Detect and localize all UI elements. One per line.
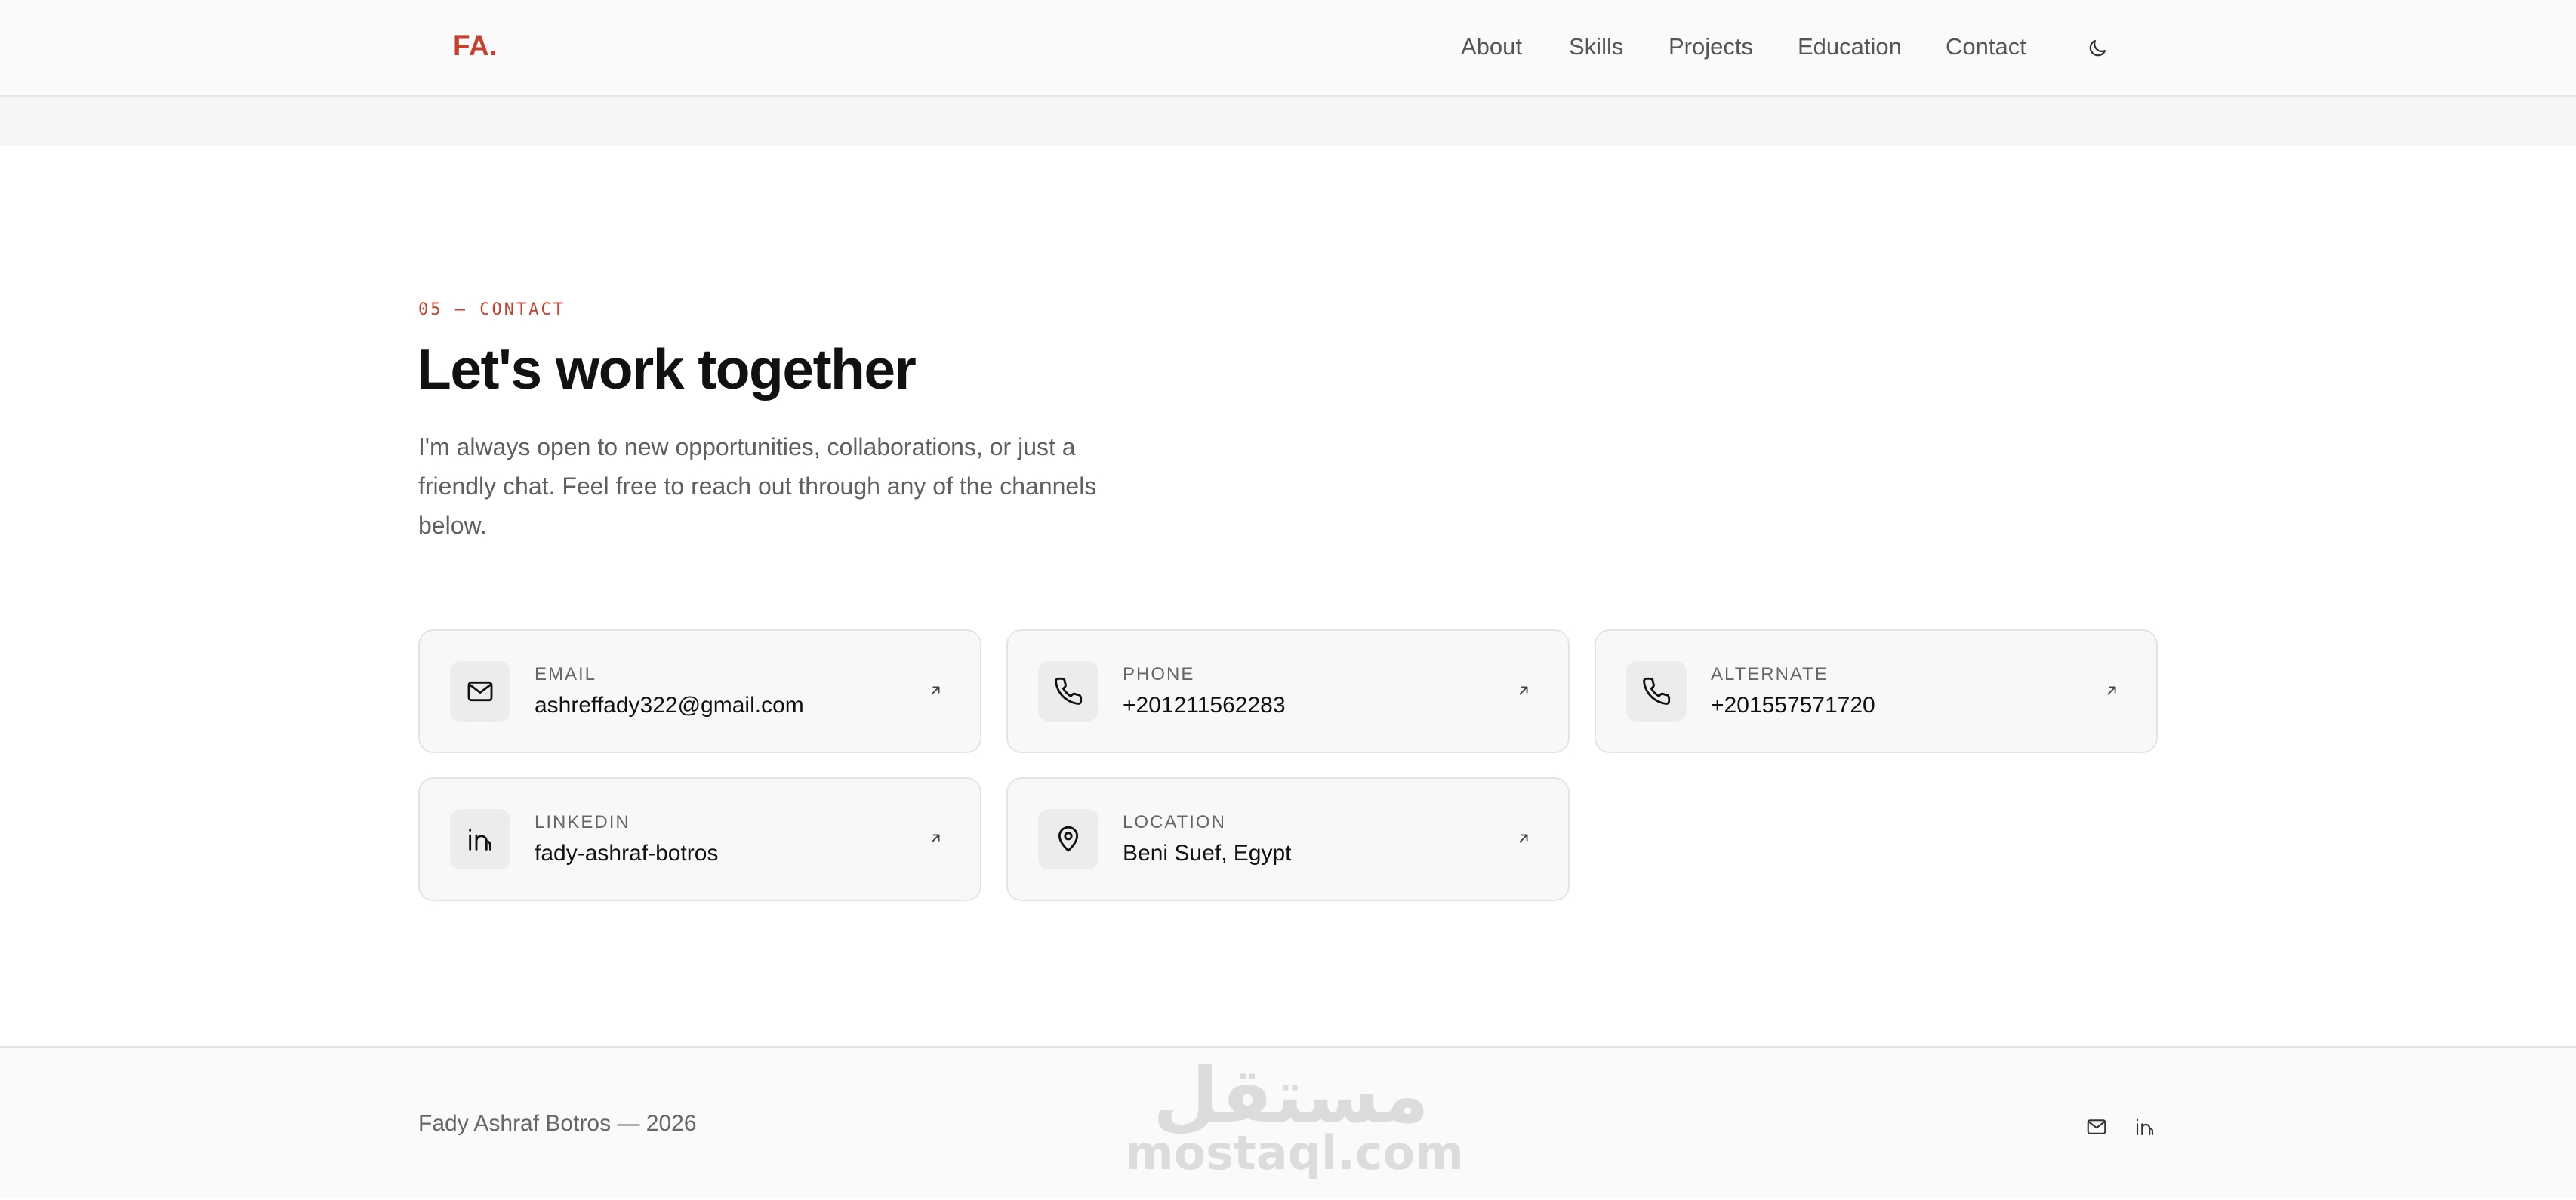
section-eyebrow: 05 — CONTACT — [418, 300, 565, 319]
nav-contact[interactable]: Contact — [1946, 33, 2026, 60]
section-title: Let's work together — [417, 337, 917, 401]
contact-card-email[interactable]: EMAIL ashreffady322@gmail.com — [418, 629, 981, 753]
mail-icon — [467, 681, 493, 702]
card-label: EMAIL — [535, 664, 597, 685]
phone-icon — [1643, 677, 1671, 705]
card-label: ALTERNATE — [1711, 664, 1829, 685]
site-footer: Fady Ashraf Botros — 2026 مستقل mostaql.… — [0, 1046, 2576, 1198]
phone-icon — [1055, 677, 1083, 705]
nav-about[interactable]: About — [1461, 33, 1522, 60]
header-subband — [0, 97, 2576, 146]
footer-copyright: Fady Ashraf Botros — 2026 — [418, 1111, 697, 1136]
nav-education[interactable]: Education — [1798, 33, 1902, 60]
card-icon-box — [1626, 661, 1687, 722]
card-icon-box — [450, 661, 510, 722]
card-label: LINKEDIN — [535, 812, 630, 832]
arrow-up-right-icon — [1512, 679, 1535, 702]
contact-card-location[interactable]: LOCATION Beni Suef, Egypt — [1006, 777, 1570, 901]
arrow-up-right-icon — [2100, 679, 2123, 702]
moon-icon — [2089, 39, 2106, 57]
contact-card-alternate[interactable]: ALTERNATE +201557571720 — [1595, 629, 2158, 753]
card-value: +201211562283 — [1123, 693, 1286, 718]
card-value: Beni Suef, Egypt — [1123, 841, 1292, 866]
arrow-up-right-icon — [924, 679, 947, 702]
card-icon-box — [1038, 809, 1098, 869]
arrow-up-right-icon — [1512, 827, 1535, 850]
mostaql-watermark: مستقل mostaql.com — [1125, 1048, 1464, 1200]
contact-card-linkedin[interactable]: LINKEDIN fady-ashraf-botros — [418, 777, 981, 901]
card-icon-box — [1038, 661, 1098, 722]
card-icon-box — [450, 809, 510, 869]
section-intro: I'm always open to new opportunities, co… — [418, 433, 1097, 539]
arrow-up-right-icon — [924, 827, 947, 850]
card-value: +201557571720 — [1711, 693, 1875, 718]
map-pin-icon — [1058, 826, 1079, 852]
mail-icon — [2087, 1119, 2106, 1134]
nav-projects[interactable]: Projects — [1669, 33, 1753, 60]
main-nav: About Skills Projects Education Contact — [0, 0, 2576, 97]
card-value: fady-ashraf-botros — [535, 841, 719, 866]
card-label: LOCATION — [1123, 812, 1226, 832]
site-header: FA. About Skills Projects Education Cont… — [0, 0, 2576, 97]
watermark-latin: mostaql.com — [1125, 1125, 1464, 1180]
card-value: ashreffady322@gmail.com — [535, 693, 804, 718]
linkedin-icon — [469, 829, 491, 851]
nav-skills[interactable]: Skills — [1569, 33, 1623, 60]
theme-toggle-button[interactable] — [2082, 33, 2112, 63]
card-label: PHONE — [1123, 664, 1195, 685]
linkedin-icon — [2136, 1118, 2154, 1136]
contact-card-phone[interactable]: PHONE +201211562283 — [1006, 629, 1570, 753]
footer-linkedin-link[interactable] — [2131, 1112, 2159, 1141]
footer-mail-link[interactable] — [2082, 1112, 2111, 1141]
